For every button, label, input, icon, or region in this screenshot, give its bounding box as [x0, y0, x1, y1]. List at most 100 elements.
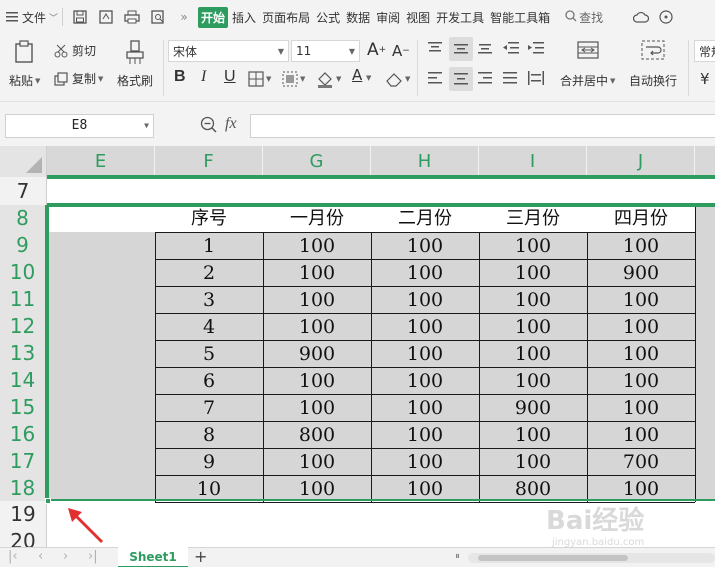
table-cell[interactable]: 100	[371, 367, 479, 394]
tab-smart-toolbox[interactable]: 智能工具箱	[488, 9, 552, 26]
table-cell[interactable]: 100	[371, 448, 479, 475]
row-header-9[interactable]: 9	[0, 232, 47, 259]
first-sheet-icon[interactable]: |‹	[8, 549, 18, 564]
align-top-icon[interactable]	[428, 42, 442, 54]
table-cell[interactable]: 100	[263, 394, 371, 421]
bold-button[interactable]: B	[174, 68, 186, 86]
save-icon[interactable]	[71, 8, 89, 26]
underline-button[interactable]: U	[224, 68, 236, 86]
export-pdf-icon[interactable]	[97, 8, 115, 26]
fill-color-icon[interactable]: ▼	[316, 70, 341, 88]
spreadsheet-grid[interactable]: E F G H I J 7 8 9 10 11 12 13 14 15 16 17 18 19 20…	[0, 146, 715, 547]
align-left-icon[interactable]	[428, 72, 442, 84]
tab-formulas[interactable]: 公式	[314, 9, 342, 26]
table-cell[interactable]: 100	[479, 232, 587, 259]
table-cell[interactable]: 100	[371, 232, 479, 259]
clear-format-icon[interactable]: ▼	[385, 71, 410, 87]
table-cell[interactable]: 100	[263, 232, 371, 259]
table-cell[interactable]: 100	[587, 421, 695, 448]
tab-home[interactable]: 开始	[198, 6, 229, 28]
decrease-font-icon[interactable]: A −	[392, 42, 410, 60]
sheet-tab-sheet1[interactable]: Sheet1	[118, 547, 188, 567]
table-cell[interactable]: 100	[587, 394, 695, 421]
table-cell[interactable]: 100	[371, 475, 479, 502]
table-cell[interactable]: 100	[587, 367, 695, 394]
wrap-text-button[interactable]: 自动换行	[629, 72, 677, 89]
horizontal-scrollbar[interactable]	[468, 553, 715, 563]
table-cell[interactable]: 100	[479, 259, 587, 286]
table-cell[interactable]: 6	[155, 367, 263, 394]
format-painter-button[interactable]: 格式刷	[117, 72, 153, 89]
row-header-20[interactable]: 20	[0, 528, 47, 547]
increase-indent-icon[interactable]	[528, 42, 544, 54]
table-cell[interactable]: 100	[263, 475, 371, 502]
file-menu[interactable]: 文件 ﹀	[22, 5, 58, 29]
fill-handle[interactable]	[45, 498, 51, 504]
table-header-cell[interactable]: 序号	[155, 205, 263, 232]
merge-center-button[interactable]: 合并居中 ▼	[560, 72, 615, 89]
table-cell[interactable]: 100	[479, 313, 587, 340]
table-cell[interactable]: 100	[263, 259, 371, 286]
table-cell[interactable]: 10	[155, 475, 263, 502]
tab-page-layout[interactable]: 页面布局	[260, 9, 312, 26]
formula-input[interactable]	[250, 114, 715, 138]
table-cell[interactable]: 100	[479, 421, 587, 448]
prev-sheet-icon[interactable]: ‹	[38, 549, 43, 564]
tab-review[interactable]: 审阅	[374, 9, 402, 26]
table-header-cell[interactable]: 三月份	[479, 205, 587, 232]
increase-font-icon[interactable]: A +	[367, 40, 386, 60]
search-box[interactable]: 查找	[565, 5, 603, 29]
table-cell[interactable]: 100	[371, 394, 479, 421]
chevron-down-icon[interactable]: ▼	[366, 74, 371, 82]
table-cell[interactable]: 900	[479, 394, 587, 421]
table-cell[interactable]: 9	[155, 448, 263, 475]
table-cell[interactable]: 7	[155, 394, 263, 421]
column-header-e[interactable]: E	[47, 146, 155, 177]
row-header-7[interactable]: 7	[0, 177, 47, 205]
table-cell[interactable]: 2	[155, 259, 263, 286]
add-sheet-button[interactable]: +	[194, 548, 207, 566]
table-cell[interactable]: 4	[155, 313, 263, 340]
column-header-i[interactable]: I	[479, 146, 587, 177]
table-header-cell[interactable]: 四月份	[587, 205, 695, 232]
more-icon[interactable]: »	[175, 8, 193, 26]
table-cell[interactable]: 100	[587, 313, 695, 340]
table-cell[interactable]: 700	[587, 448, 695, 475]
cloud-icon[interactable]	[633, 5, 650, 29]
italic-button[interactable]: I	[201, 68, 206, 86]
hamburger-icon[interactable]	[6, 5, 18, 29]
table-cell[interactable]: 100	[479, 286, 587, 313]
row-header-8[interactable]: 8	[0, 205, 47, 232]
paste-icon[interactable]	[14, 40, 36, 64]
table-cell[interactable]: 100	[587, 475, 695, 502]
table-cell[interactable]: 100	[587, 286, 695, 313]
active-cell-e8[interactable]	[47, 205, 155, 232]
function-button[interactable]: fx	[225, 115, 237, 133]
table-cell[interactable]: 100	[479, 340, 587, 367]
table-cell[interactable]: 100	[263, 367, 371, 394]
column-header-g[interactable]: G	[263, 146, 371, 177]
table-cell[interactable]: 800	[263, 421, 371, 448]
column-header-h[interactable]: H	[371, 146, 479, 177]
cut-button[interactable]: 剪切	[54, 42, 96, 59]
row-header-12[interactable]: 12	[0, 313, 47, 340]
distributed-align-icon[interactable]	[528, 71, 544, 85]
font-color-button[interactable]: A	[352, 68, 362, 83]
print-icon[interactable]	[123, 8, 141, 26]
share-icon[interactable]	[659, 5, 673, 29]
row-header-11[interactable]: 11	[0, 286, 47, 313]
table-cell[interactable]: 100	[479, 367, 587, 394]
copy-button[interactable]: 复制 ▼	[54, 70, 103, 87]
table-cell[interactable]: 900	[263, 340, 371, 367]
wrap-text-icon[interactable]	[641, 40, 665, 60]
tab-data[interactable]: 数据	[344, 9, 372, 26]
column-header-j[interactable]: J	[587, 146, 695, 177]
name-box[interactable]: E8 ▼	[5, 114, 154, 138]
table-cell[interactable]: 100	[263, 313, 371, 340]
select-all-corner[interactable]	[0, 146, 47, 177]
scrollbar-thumb[interactable]	[478, 555, 628, 561]
zoom-formula-icon[interactable]	[200, 116, 218, 137]
fill-pattern-icon[interactable]: ▼	[282, 71, 305, 87]
print-preview-icon[interactable]	[149, 8, 167, 26]
align-bottom-icon[interactable]	[478, 42, 492, 54]
